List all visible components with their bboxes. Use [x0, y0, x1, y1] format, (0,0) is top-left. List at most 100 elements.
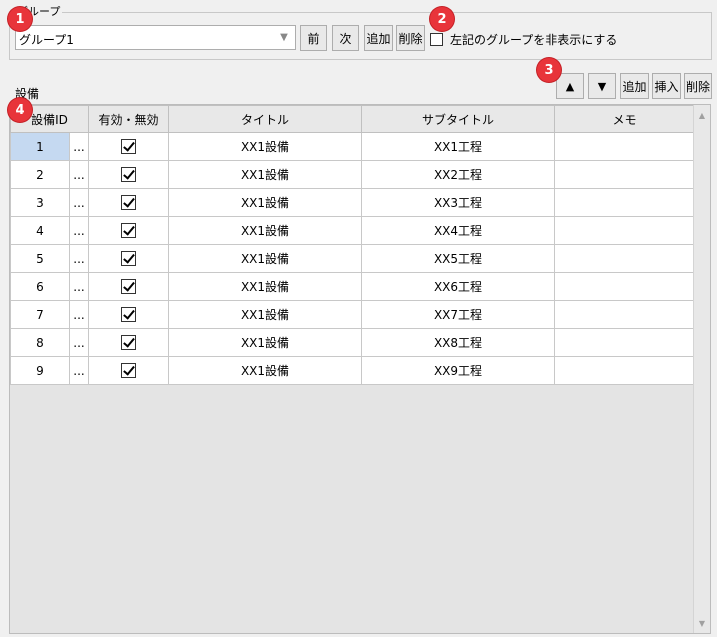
chevron-down-icon[interactable]: ▼	[273, 26, 295, 49]
annotation-marker-1: 1	[8, 7, 32, 31]
cell-subtitle[interactable]: XX6工程	[361, 272, 555, 301]
table-row[interactable]: 3 ... XX1設備 XX3工程	[10, 188, 695, 217]
enabled-checkbox[interactable]	[121, 363, 136, 378]
cell-memo[interactable]	[554, 216, 695, 245]
cell-id[interactable]: 3	[10, 188, 70, 217]
table-row[interactable]: 1 ... XX1設備 XX1工程	[10, 132, 695, 161]
cell-enabled[interactable]	[88, 160, 169, 189]
cell-memo[interactable]	[554, 272, 695, 301]
delete-group-button[interactable]: 削除	[396, 25, 425, 51]
cell-title[interactable]: XX1設備	[168, 132, 362, 161]
add-group-button[interactable]: 追加	[364, 25, 393, 51]
table-row[interactable]: 8 ... XX1設備 XX8工程	[10, 328, 695, 357]
hide-group-checkbox[interactable]	[430, 32, 443, 46]
table-row[interactable]: 6 ... XX1設備 XX6工程	[10, 272, 695, 301]
cell-subtitle[interactable]: XX1工程	[361, 132, 555, 161]
cell-subtitle[interactable]: XX7工程	[361, 300, 555, 329]
delete-equipment-button[interactable]: 削除	[684, 73, 712, 99]
enabled-checkbox[interactable]	[121, 335, 136, 350]
cell-id[interactable]: 7	[10, 300, 70, 329]
annotation-marker-4: 4	[8, 98, 32, 122]
cell-enabled[interactable]	[88, 216, 169, 245]
cell-enabled[interactable]	[88, 188, 169, 217]
cell-subtitle[interactable]: XX8工程	[361, 328, 555, 357]
cell-more-button[interactable]: ...	[69, 272, 89, 301]
cell-memo[interactable]	[554, 300, 695, 329]
table-row[interactable]: 5 ... XX1設備 XX5工程	[10, 244, 695, 273]
enabled-checkbox[interactable]	[121, 139, 136, 154]
cell-more-button[interactable]: ...	[69, 132, 89, 161]
table-row[interactable]: 4 ... XX1設備 XX4工程	[10, 216, 695, 245]
cell-more-button[interactable]: ...	[69, 244, 89, 273]
cell-more-button[interactable]: ...	[69, 188, 89, 217]
table-header-row: 設備ID 有効・無効 タイトル サブタイトル メモ	[10, 105, 695, 133]
enabled-checkbox[interactable]	[121, 223, 136, 238]
column-header-subtitle[interactable]: サブタイトル	[361, 105, 555, 133]
insert-equipment-button[interactable]: 挿入	[652, 73, 681, 99]
cell-id[interactable]: 8	[10, 328, 70, 357]
annotation-marker-2: 2	[430, 7, 454, 31]
cell-id[interactable]: 4	[10, 216, 70, 245]
table-row[interactable]: 9 ... XX1設備 XX9工程	[10, 356, 695, 385]
cell-more-button[interactable]: ...	[69, 356, 89, 385]
cell-subtitle[interactable]: XX5工程	[361, 244, 555, 273]
scroll-down-icon[interactable]: ▼	[694, 615, 710, 631]
cell-title[interactable]: XX1設備	[168, 356, 362, 385]
cell-subtitle[interactable]: XX3工程	[361, 188, 555, 217]
table-row[interactable]: 2 ... XX1設備 XX2工程	[10, 160, 695, 189]
equipment-grid[interactable]: 設備ID 有効・無効 タイトル サブタイトル メモ 1 ... XX1設備 XX…	[9, 104, 711, 634]
cell-memo[interactable]	[554, 132, 695, 161]
next-group-button[interactable]: 次	[332, 25, 359, 51]
cell-memo[interactable]	[554, 244, 695, 273]
cell-id[interactable]: 2	[10, 160, 70, 189]
cell-subtitle[interactable]: XX2工程	[361, 160, 555, 189]
enabled-checkbox[interactable]	[121, 167, 136, 182]
scroll-up-icon[interactable]: ▲	[694, 107, 710, 123]
cell-enabled[interactable]	[88, 132, 169, 161]
cell-id[interactable]: 9	[10, 356, 70, 385]
add-equipment-button[interactable]: 追加	[620, 73, 649, 99]
hide-group-option[interactable]: 左記のグループを非表示にする	[430, 31, 617, 47]
column-header-memo[interactable]: メモ	[554, 105, 695, 133]
cell-more-button[interactable]: ...	[69, 300, 89, 329]
cell-id[interactable]: 6	[10, 272, 70, 301]
column-header-title[interactable]: タイトル	[168, 105, 362, 133]
cell-title[interactable]: XX1設備	[168, 272, 362, 301]
enabled-checkbox[interactable]	[121, 195, 136, 210]
cell-enabled[interactable]	[88, 272, 169, 301]
annotation-marker-3: 3	[537, 58, 561, 82]
move-down-button[interactable]: ▼	[588, 73, 616, 99]
cell-enabled[interactable]	[88, 328, 169, 357]
group-combo[interactable]: グループ1 ▼	[15, 25, 296, 50]
enabled-checkbox[interactable]	[121, 307, 136, 322]
cell-title[interactable]: XX1設備	[168, 300, 362, 329]
cell-enabled[interactable]	[88, 244, 169, 273]
cell-id[interactable]: 5	[10, 244, 70, 273]
table-row[interactable]: 7 ... XX1設備 XX7工程	[10, 300, 695, 329]
cell-id[interactable]: 1	[10, 132, 70, 161]
cell-enabled[interactable]	[88, 300, 169, 329]
column-header-enabled[interactable]: 有効・無効	[88, 105, 169, 133]
cell-more-button[interactable]: ...	[69, 216, 89, 245]
move-up-button[interactable]: ▲	[556, 73, 584, 99]
cell-more-button[interactable]: ...	[69, 328, 89, 357]
cell-subtitle[interactable]: XX4工程	[361, 216, 555, 245]
cell-more-button[interactable]: ...	[69, 160, 89, 189]
enabled-checkbox[interactable]	[121, 279, 136, 294]
cell-enabled[interactable]	[88, 356, 169, 385]
cell-memo[interactable]	[554, 356, 695, 385]
cell-title[interactable]: XX1設備	[168, 328, 362, 357]
equipment-table: 設備ID 有効・無効 タイトル サブタイトル メモ 1 ... XX1設備 XX…	[10, 105, 695, 385]
enabled-checkbox[interactable]	[121, 251, 136, 266]
cell-subtitle[interactable]: XX9工程	[361, 356, 555, 385]
cell-memo[interactable]	[554, 328, 695, 357]
cell-title[interactable]: XX1設備	[168, 244, 362, 273]
vertical-scrollbar[interactable]: ▲ ▼	[693, 105, 710, 633]
cell-title[interactable]: XX1設備	[168, 160, 362, 189]
group-combo-value: グループ1	[19, 33, 74, 47]
prev-group-button[interactable]: 前	[300, 25, 327, 51]
cell-memo[interactable]	[554, 188, 695, 217]
cell-memo[interactable]	[554, 160, 695, 189]
cell-title[interactable]: XX1設備	[168, 216, 362, 245]
cell-title[interactable]: XX1設備	[168, 188, 362, 217]
